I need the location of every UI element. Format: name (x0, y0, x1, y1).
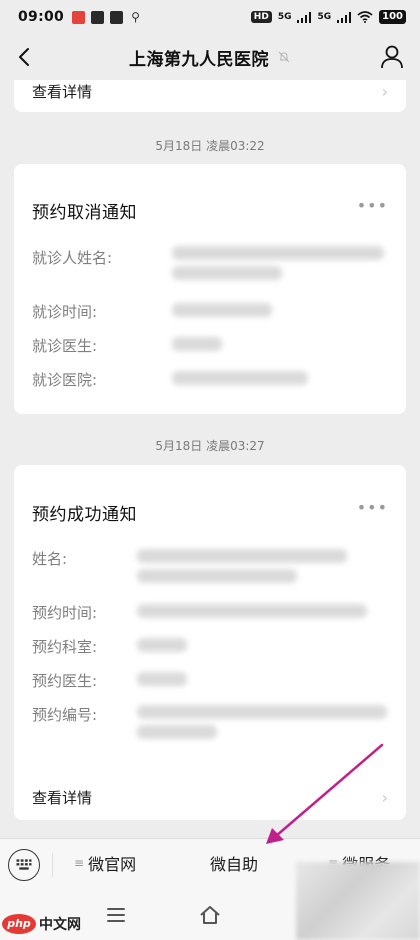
k-notification-icon (110, 10, 124, 24)
menu-divider (52, 853, 53, 877)
bag-notification-icon (91, 10, 105, 24)
redacted-value (172, 266, 282, 280)
figure-notification-icon: ⚲ (131, 9, 140, 24)
network-type-2: 5G (317, 12, 332, 22)
hd-badge: HD (250, 11, 272, 23)
message-timestamp: 5月18日 凌晨03:22 (155, 139, 265, 153)
menu-lines-icon: ≡ (74, 856, 85, 870)
battery-indicator: 100 (379, 10, 406, 24)
field-row: 预约科室: (32, 633, 388, 659)
field-row: 就诊人姓名: (32, 244, 388, 280)
view-details-label: 查看详情 (32, 788, 93, 807)
back-icon[interactable] (10, 42, 40, 72)
recent-apps-icon[interactable] (104, 904, 128, 926)
appointment-success-card[interactable]: 预约成功通知 ••• 姓名: 预约时间: 预约科室: 预约医生: 预约编号: 查… (14, 465, 406, 820)
view-details-link[interactable]: 查看详情 › (14, 80, 406, 102)
status-time: 09:00 (18, 9, 65, 25)
status-indicators: HD 5G 5G 100 (250, 10, 406, 24)
network-type-1: 5G (277, 12, 292, 22)
redacted-value (137, 725, 217, 739)
field-row: 就诊时间: (32, 298, 388, 324)
card-title: 预约成功通知 (32, 505, 137, 525)
field-label: 预约医生: (32, 672, 98, 690)
profile-icon[interactable] (378, 43, 406, 71)
redacted-value (172, 303, 272, 317)
field-label: 预约编号: (32, 706, 98, 724)
watermark-text: 中文网 (39, 917, 81, 933)
more-options-icon[interactable]: ••• (357, 498, 388, 517)
appointment-cancel-card[interactable]: 预约取消通知 ••• 就诊人姓名: 就诊时间: 就诊医生: 就诊医院: (14, 164, 406, 414)
redacted-value (137, 672, 187, 686)
redacted-value (172, 337, 222, 351)
menu-item-official-site[interactable]: ≡ 微官网 (74, 851, 136, 875)
redacted-value (137, 638, 187, 652)
field-row: 预约医生: (32, 667, 388, 693)
message-timestamp: 5月18日 凌晨03:27 (155, 439, 265, 453)
field-label: 预约时间: (32, 604, 98, 622)
field-label: 就诊医院: (32, 371, 98, 389)
signal-icon (297, 11, 312, 23)
menu-item-self-service[interactable]: 微自助 (210, 851, 258, 875)
redacted-value (137, 705, 387, 719)
watermark-logo: php (2, 914, 36, 934)
app-notification-icon (72, 10, 86, 24)
field-label: 姓名: (32, 550, 68, 568)
wifi-icon (357, 11, 373, 23)
view-details-link[interactable]: 查看详情 › (14, 783, 406, 811)
field-label: 就诊医生: (32, 337, 98, 355)
home-icon[interactable] (198, 904, 222, 926)
redacted-value (137, 604, 367, 618)
redacted-value (172, 371, 308, 385)
page-title: 上海第九人民医院 (129, 49, 269, 70)
blurred-corner-overlay (296, 862, 420, 940)
field-row: 预约时间: (32, 599, 388, 625)
view-details-label: 查看详情 (32, 82, 93, 101)
signal-icon (337, 11, 352, 23)
keyboard-icon[interactable] (8, 849, 40, 881)
card-title: 预约取消通知 (32, 203, 137, 223)
field-row: 姓名: (32, 545, 388, 583)
menu-item-label: 微自助 (210, 855, 259, 874)
previous-message-card: 查看详情 › (14, 80, 406, 112)
redacted-value (137, 549, 347, 563)
menu-item-label: 微官网 (88, 855, 137, 874)
status-bar: 09:00 ⚲ HD 5G 5G 100 (0, 0, 420, 34)
chat-header: 上海第九人民医院 (0, 34, 420, 80)
field-label: 预约科室: (32, 638, 98, 656)
field-label: 就诊人姓名: (32, 249, 113, 267)
watermark: php 中文网 (2, 914, 81, 934)
more-options-icon[interactable]: ••• (357, 196, 388, 215)
field-row: 就诊医院: (32, 366, 388, 392)
mute-bell-icon (278, 51, 290, 63)
redacted-value (172, 246, 384, 260)
redacted-value (137, 569, 297, 583)
field-row: 就诊医生: (32, 332, 388, 358)
notification-icons: ⚲ (72, 9, 142, 24)
chevron-right-icon: › (381, 787, 388, 807)
chevron-right-icon: › (381, 81, 388, 101)
field-label: 就诊时间: (32, 303, 98, 321)
field-row: 预约编号: (32, 701, 388, 739)
